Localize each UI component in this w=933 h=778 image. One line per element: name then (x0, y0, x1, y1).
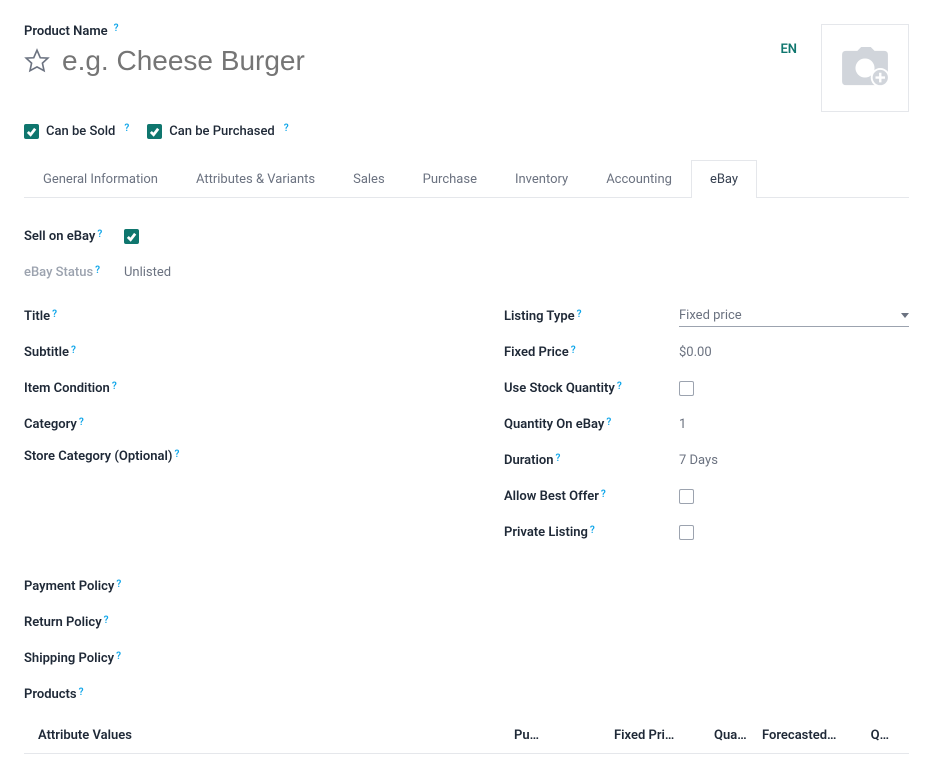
subtitle-label: Subtitle? (24, 345, 189, 360)
return-policy-label: Return Policy? (24, 615, 189, 630)
ebay-status-value: Unlisted (124, 265, 909, 280)
language-badge[interactable]: EN (780, 42, 797, 57)
help-icon[interactable]: ? (617, 381, 622, 392)
help-icon[interactable]: ? (174, 448, 179, 462)
category-label: Category? (24, 417, 189, 432)
checkbox-checked-icon (147, 124, 162, 139)
tab-accounting[interactable]: Accounting (587, 160, 691, 198)
chevron-down-icon (901, 313, 909, 318)
th-forecasted[interactable]: Forecasted… (762, 728, 862, 743)
store-category-label: Store Category (Optional)? (24, 448, 189, 466)
star-icon[interactable] (24, 48, 50, 74)
listing-type-label: Listing Type? (504, 309, 679, 324)
can-be-sold-checkbox[interactable]: Can be Sold? (24, 124, 129, 139)
can-be-purchased-checkbox[interactable]: Can be Purchased? (147, 124, 288, 139)
product-name-input[interactable] (62, 45, 780, 77)
duration-label: Duration? (504, 453, 679, 468)
help-icon[interactable]: ? (601, 489, 606, 500)
help-icon[interactable]: ? (79, 687, 84, 698)
tabs: General Information Attributes & Variant… (24, 159, 909, 198)
ebay-status-label: eBay Status? (24, 265, 124, 280)
sell-on-ebay-checkbox[interactable] (124, 229, 139, 244)
checkbox-checked-icon (24, 124, 39, 139)
th-q[interactable]: Q… (862, 728, 909, 743)
tab-purchase[interactable]: Purchase (404, 160, 496, 198)
listing-type-select[interactable]: Fixed price (679, 305, 909, 327)
tab-general-information[interactable]: General Information (24, 160, 177, 198)
th-fixed-price[interactable]: Fixed Pri… (614, 728, 714, 743)
help-icon[interactable]: ? (124, 123, 129, 134)
products-label: Products? (24, 687, 189, 702)
products-table-header: Attribute Values Pu… Fixed Pri… Qua… For… (24, 720, 909, 754)
help-icon[interactable]: ? (95, 265, 100, 276)
product-image-placeholder[interactable] (821, 24, 909, 112)
th-attribute-values[interactable]: Attribute Values (24, 728, 514, 743)
help-icon[interactable]: ? (284, 123, 289, 134)
help-icon[interactable]: ? (606, 417, 611, 428)
help-icon[interactable]: ? (97, 229, 102, 240)
shipping-policy-label: Shipping Policy? (24, 651, 189, 666)
fixed-price-value[interactable]: $0.00 (679, 345, 909, 360)
help-icon[interactable]: ? (79, 417, 84, 428)
title-label: Title? (24, 309, 189, 324)
item-condition-label: Item Condition? (24, 381, 189, 396)
help-icon[interactable]: ? (577, 309, 582, 320)
help-icon[interactable]: ? (116, 579, 121, 590)
help-icon[interactable]: ? (571, 345, 576, 356)
help-icon[interactable]: ? (556, 453, 561, 464)
tab-ebay[interactable]: eBay (691, 160, 757, 198)
tab-inventory[interactable]: Inventory (496, 160, 587, 198)
private-listing-checkbox[interactable] (679, 525, 694, 540)
product-name-label: Product Name? (24, 24, 119, 39)
help-icon[interactable]: ? (52, 309, 57, 320)
fixed-price-label: Fixed Price? (504, 345, 679, 360)
th-pu[interactable]: Pu… (514, 728, 614, 743)
camera-plus-icon (840, 47, 890, 89)
use-stock-qty-checkbox[interactable] (679, 381, 694, 396)
help-icon[interactable]: ? (116, 651, 121, 662)
use-stock-qty-label: Use Stock Quantity? (504, 381, 679, 396)
qty-on-ebay-value[interactable]: 1 (679, 417, 909, 432)
help-icon[interactable]: ? (114, 23, 119, 34)
tab-attributes-variants[interactable]: Attributes & Variants (177, 160, 334, 198)
help-icon[interactable]: ? (71, 345, 76, 356)
help-icon[interactable]: ? (590, 525, 595, 536)
payment-policy-label: Payment Policy? (24, 579, 189, 594)
help-icon[interactable]: ? (104, 615, 109, 626)
th-qua[interactable]: Qua… (714, 728, 762, 743)
tab-sales[interactable]: Sales (334, 160, 404, 198)
allow-best-offer-checkbox[interactable] (679, 489, 694, 504)
duration-value[interactable]: 7 Days (679, 453, 909, 468)
private-listing-label: Private Listing? (504, 525, 679, 540)
qty-on-ebay-label: Quantity On eBay? (504, 417, 679, 432)
help-icon[interactable]: ? (112, 381, 117, 392)
sell-on-ebay-label: Sell on eBay? (24, 229, 124, 244)
allow-best-offer-label: Allow Best Offer? (504, 489, 679, 504)
